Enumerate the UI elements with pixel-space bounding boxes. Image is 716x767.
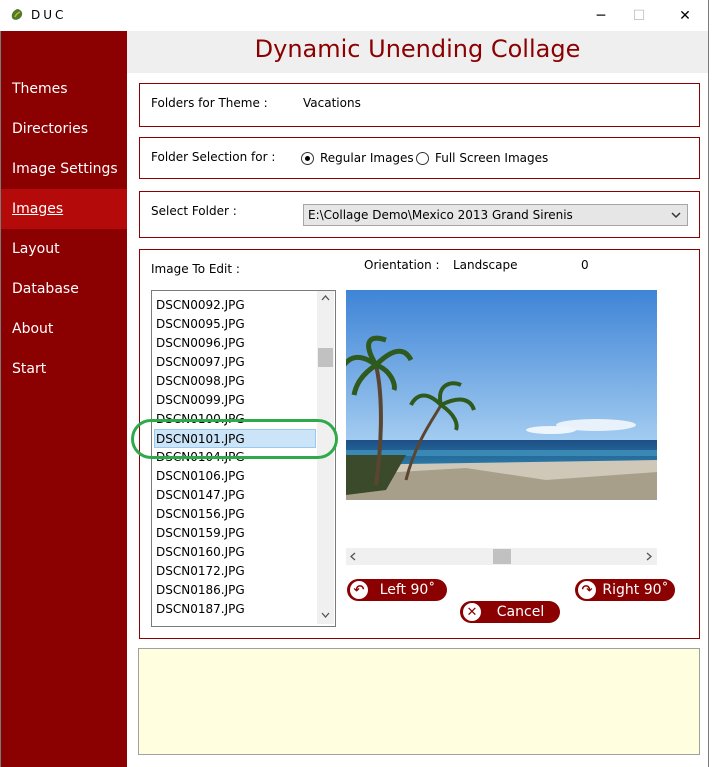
cancel-label: Cancel — [496, 604, 545, 620]
folder-dropdown[interactable]: E:\Collage Demo\Mexico 2013 Grand Sireni… — [303, 204, 688, 226]
preview-scroll-thumb[interactable] — [492, 549, 511, 564]
list-item[interactable]: DSCN0172.JPG — [156, 562, 316, 581]
full-screen-images-radio[interactable] — [416, 152, 429, 165]
list-item[interactable]: DSCN0160.JPG — [156, 543, 316, 562]
chevron-down-icon — [671, 212, 681, 219]
list-item[interactable]: DSCN0187.JPG — [156, 600, 316, 619]
sidebar-item-about[interactable]: About — [1, 309, 127, 349]
list-item[interactable]: DSCN0186.JPG — [156, 581, 316, 600]
radio-checked-dot — [305, 156, 310, 161]
sidebar-item-layout[interactable]: Layout — [1, 229, 127, 269]
sidebar-item-directories[interactable]: Directories — [1, 109, 127, 149]
folder-selection-label: Folder Selection for : — [151, 150, 276, 164]
list-item[interactable]: DSCN0097.JPG — [156, 353, 316, 372]
cancel-icon: ✕ — [463, 603, 481, 621]
theme-value: Vacations — [303, 96, 361, 110]
rotate-left-icon: ↶ — [350, 581, 368, 599]
sidebar-item-start[interactable]: Start — [1, 349, 127, 389]
list-item[interactable]: DSCN0098.JPG — [156, 372, 316, 391]
list-item[interactable]: DSCN0099.JPG — [156, 391, 316, 410]
folder-dropdown-value: E:\Collage Demo\Mexico 2013 Grand Sireni… — [308, 208, 573, 222]
page-title: Dynamic Unending Collage — [254, 35, 581, 63]
regular-images-label[interactable]: Regular Images — [320, 151, 414, 165]
message-area — [138, 648, 700, 755]
sidebar-item-database[interactable]: Database — [1, 269, 127, 309]
list-item[interactable]: DSCN0106.JPG — [156, 467, 316, 486]
list-item[interactable]: DSCN0092.JPG — [156, 296, 316, 315]
scroll-up-icon[interactable] — [321, 295, 330, 301]
list-item[interactable]: DSCN0096.JPG — [156, 334, 316, 353]
rotate-right-label: Right 90˚ — [602, 582, 669, 598]
select-folder-label: Select Folder : — [151, 204, 237, 218]
scroll-left-icon[interactable] — [350, 552, 356, 561]
list-item[interactable]: DSCN0095.JPG — [156, 315, 316, 334]
image-preview — [346, 290, 657, 500]
app-icon — [11, 9, 23, 20]
orientation-value: Landscape — [453, 258, 518, 272]
image-to-edit-label: Image To Edit : — [151, 262, 240, 276]
full-screen-images-label[interactable]: Full Screen Images — [435, 151, 548, 165]
window-title: DUC — [31, 8, 67, 22]
theme-label: Folders for Theme : — [151, 96, 268, 110]
rotate-left-button[interactable]: ↶ Left 90˚ — [347, 579, 447, 601]
scroll-down-icon[interactable] — [321, 612, 330, 618]
rotate-left-label: Left 90˚ — [379, 582, 436, 598]
list-item[interactable]: DSCN0159.JPG — [156, 524, 316, 543]
orientation-label: Orientation : — [364, 258, 440, 272]
sidebar: Themes Directories Image Settings Images… — [1, 31, 127, 767]
rotate-right-button[interactable]: ↷ Right 90˚ — [575, 579, 675, 601]
list-item[interactable]: DSCN0147.JPG — [156, 486, 316, 505]
maximize-button[interactable]: ☐ — [616, 0, 662, 31]
list-item[interactable]: DSCN0156.JPG — [156, 505, 316, 524]
rotation-value: 0 — [581, 258, 589, 272]
sidebar-item-image-settings[interactable]: Image Settings — [1, 149, 127, 189]
scroll-right-icon[interactable] — [646, 552, 652, 561]
window-border-right — [708, 0, 709, 767]
close-button[interactable]: ✕ — [662, 0, 708, 31]
cancel-button[interactable]: ✕ Cancel — [460, 601, 560, 623]
list-scroll-thumb[interactable] — [318, 347, 333, 367]
rotate-right-icon: ↷ — [578, 581, 596, 599]
sidebar-item-themes[interactable]: Themes — [1, 69, 127, 109]
regular-images-radio[interactable] — [301, 152, 314, 165]
preview-horizontal-scrollbar[interactable] — [346, 548, 657, 565]
highlight-ring — [131, 419, 338, 459]
sidebar-item-images[interactable]: Images — [1, 189, 127, 229]
